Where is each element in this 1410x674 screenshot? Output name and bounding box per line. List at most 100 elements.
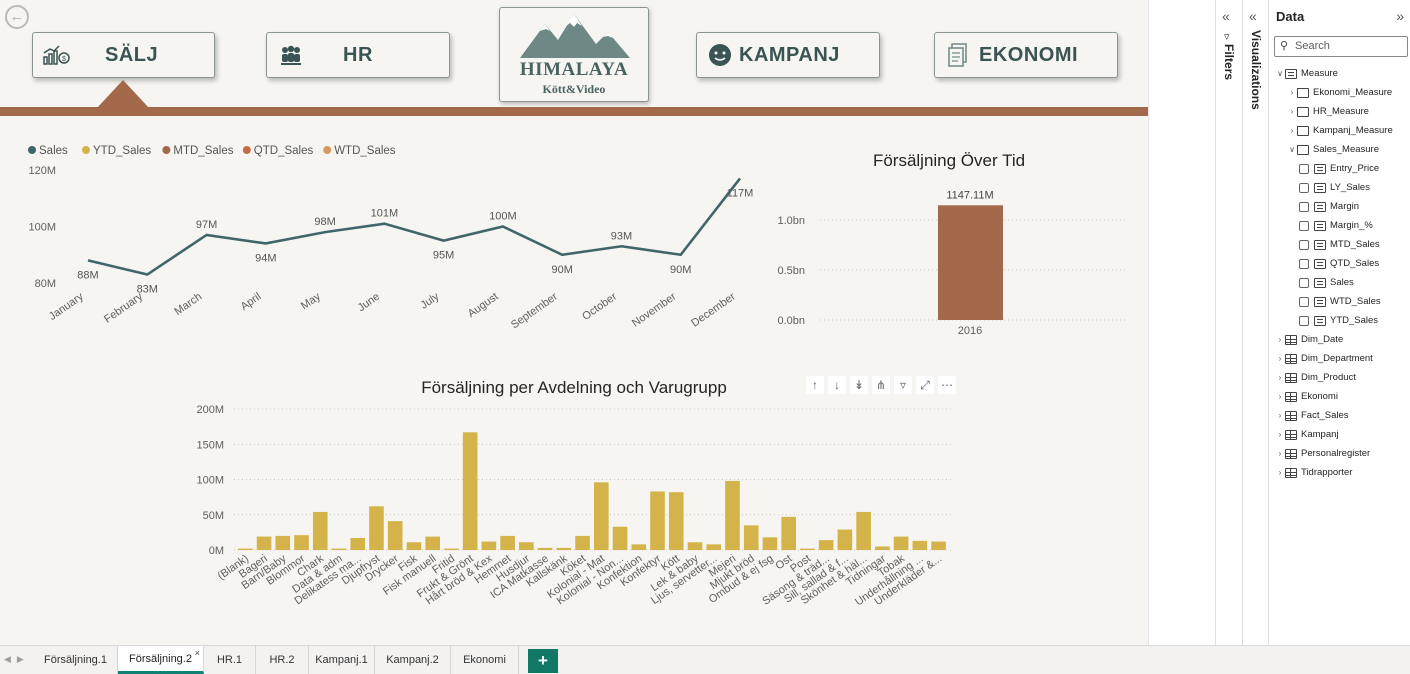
salj-nav-button[interactable]: $ SÄLJ: [32, 32, 215, 78]
drill-up-icon[interactable]: ↑: [806, 376, 824, 394]
field-list-item[interactable]: YTD_Sales: [1269, 311, 1410, 330]
chevron-right-icon[interactable]: ›: [1275, 430, 1285, 439]
field-label: YTD_Sales: [1330, 315, 1379, 326]
bar-15: [519, 542, 534, 550]
tab-scroll-arrows[interactable]: ◀▶: [4, 654, 30, 665]
field-list-item[interactable]: ∨ Sales_Measure: [1269, 140, 1410, 159]
field-list-item[interactable]: › Dim_Product: [1269, 368, 1410, 387]
page-tab[interactable]: Försäljning.2 ×: [118, 646, 204, 674]
bar-7: [369, 506, 384, 550]
field-list-item[interactable]: › Personalregister: [1269, 444, 1410, 463]
page-tab[interactable]: Kampanj.2: [375, 646, 451, 674]
chevron-right-icon[interactable]: ›: [1275, 449, 1285, 458]
page-tab[interactable]: Ekonomi: [451, 646, 519, 674]
field-list-item[interactable]: LY_Sales: [1269, 178, 1410, 197]
data-label: 117M: [727, 187, 754, 199]
field-checkbox[interactable]: [1299, 182, 1309, 193]
more-options-icon[interactable]: ⋯: [938, 376, 956, 394]
page-tab[interactable]: Försäljning.1: [34, 646, 118, 674]
field-label: Personalregister: [1301, 448, 1371, 459]
field-checkbox[interactable]: [1299, 296, 1309, 307]
visualizations-pane[interactable]: « Visualizations: [1242, 0, 1268, 645]
field-list-item[interactable]: WTD_Sales: [1269, 292, 1410, 311]
hr-nav-button[interactable]: HR: [266, 32, 450, 78]
back-arrow-icon[interactable]: ←: [5, 5, 29, 29]
folder-icon: [1297, 87, 1309, 98]
field-list-item[interactable]: Entry_Price: [1269, 159, 1410, 178]
field-list-item[interactable]: › Kampanj: [1269, 425, 1410, 444]
field-checkbox[interactable]: [1299, 258, 1309, 269]
filters-pane[interactable]: « ▿ Filters: [1215, 0, 1242, 645]
field-list-item[interactable]: ∨ Measure: [1269, 64, 1410, 83]
chevron-down-icon[interactable]: ∨: [1275, 69, 1285, 78]
ekonomi-nav-button[interactable]: EKONOMI: [934, 32, 1118, 78]
field-checkbox[interactable]: [1299, 220, 1309, 231]
field-list-item[interactable]: QTD_Sales: [1269, 254, 1410, 273]
field-list-item[interactable]: › Tidrapporter: [1269, 463, 1410, 482]
sales-over-time-chart[interactable]: Försäljning Över Tid 0.0bn 0.5bn 1.0bn 1147.…: [760, 145, 1140, 345]
field-checkbox[interactable]: [1299, 201, 1309, 212]
next-level-icon[interactable]: ↡: [850, 376, 868, 394]
field-list-item[interactable]: › Dim_Department: [1269, 349, 1410, 368]
chevron-right-icon[interactable]: ›: [1275, 411, 1285, 420]
focus-mode-icon[interactable]: ⤢: [916, 376, 934, 394]
search-icon: ⚲: [1280, 40, 1289, 52]
chevron-right-icon[interactable]: ›: [1287, 88, 1297, 97]
page-tab-label: Kampanj.2: [386, 654, 439, 666]
field-list-item[interactable]: › Kampanj_Measure: [1269, 121, 1410, 140]
chevron-down-icon[interactable]: ∨: [1287, 145, 1297, 154]
chevron-right-icon[interactable]: ›: [1275, 468, 1285, 477]
data-pane-title: Data: [1276, 9, 1305, 24]
field-list-item[interactable]: Sales: [1269, 273, 1410, 292]
field-list-item[interactable]: Margin_%: [1269, 216, 1410, 235]
filter-icon[interactable]: ▿: [894, 376, 912, 394]
field-list-item[interactable]: › HR_Measure: [1269, 102, 1410, 121]
department-sales-visual[interactable]: Försäljning per Avdelning och Varugrupp 0…: [189, 372, 960, 622]
field-checkbox[interactable]: [1299, 315, 1309, 326]
chevron-right-icon[interactable]: ›: [1287, 107, 1297, 116]
data-label: 93M: [611, 230, 632, 242]
table-icon: [1285, 334, 1297, 345]
chevron-right-icon[interactable]: ›: [1275, 354, 1285, 363]
expand-visualizations-icon[interactable]: «: [1249, 8, 1257, 24]
kampanj-nav-button[interactable]: KAMPANJ: [696, 32, 880, 78]
field-label: Ekonomi_Measure: [1313, 87, 1393, 98]
chevron-right-icon[interactable]: ›: [1287, 126, 1297, 135]
close-tab-icon[interactable]: ×: [195, 648, 200, 658]
chevron-right-icon[interactable]: ›: [1275, 392, 1285, 401]
salj-label: SÄLJ: [105, 43, 159, 66]
field-label: Sales_Measure: [1313, 144, 1380, 155]
chevron-right-icon[interactable]: ›: [1275, 373, 1285, 382]
chevron-right-icon[interactable]: ›: [1275, 335, 1285, 344]
drill-down-icon[interactable]: ↓: [828, 376, 846, 394]
measure-icon: [1314, 296, 1326, 307]
field-list-item[interactable]: Margin: [1269, 197, 1410, 216]
bar-27: [743, 525, 759, 550]
field-checkbox[interactable]: [1299, 163, 1309, 174]
page-tab[interactable]: HR.2: [256, 646, 309, 674]
expand-hierarchy-icon[interactable]: ⋔: [872, 376, 890, 394]
add-page-button[interactable]: +: [528, 649, 558, 673]
y-tick-label: 100M: [28, 222, 56, 234]
monthly-sales-line-chart[interactable]: Sales YTD_Sales MTD_Sales QTD_Sales WTD_Sale…: [20, 140, 760, 330]
measure-icon: [1314, 315, 1326, 326]
field-list-item[interactable]: › Ekonomi_Measure: [1269, 83, 1410, 102]
page-tab[interactable]: Kampanj.1: [309, 646, 375, 674]
data-search-input[interactable]: ⚲ Search: [1274, 36, 1408, 57]
field-label: Tidrapporter: [1301, 467, 1353, 478]
table-icon: [1285, 467, 1297, 478]
folder-icon: [1297, 106, 1309, 117]
field-list-item[interactable]: › Fact_Sales: [1269, 406, 1410, 425]
page-tab[interactable]: HR.1: [204, 646, 256, 674]
folder-icon: [1297, 125, 1309, 136]
bar-17: [556, 547, 572, 550]
bar-36: [912, 540, 928, 550]
field-list-item[interactable]: › Ekonomi: [1269, 387, 1410, 406]
collapse-data-pane-icon[interactable]: »: [1396, 8, 1404, 24]
field-list-item[interactable]: › Dim_Date: [1269, 330, 1410, 349]
field-list-item[interactable]: MTD_Sales: [1269, 235, 1410, 254]
field-checkbox[interactable]: [1299, 277, 1309, 288]
expand-filters-icon[interactable]: «: [1222, 8, 1230, 24]
field-checkbox[interactable]: [1299, 239, 1309, 250]
funnel-icon: ▿: [1224, 31, 1230, 43]
